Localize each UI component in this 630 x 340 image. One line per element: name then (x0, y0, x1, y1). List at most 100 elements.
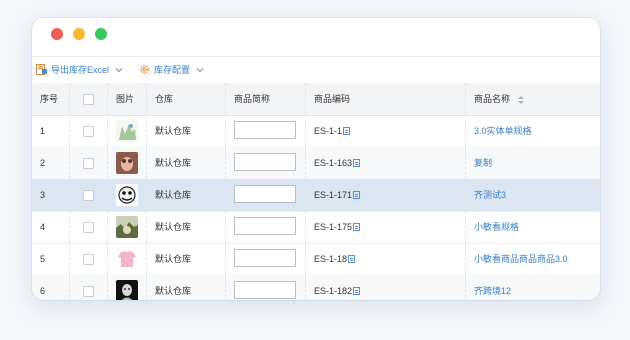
table-row[interactable]: 3 默认仓库 ES-1-171 齐测试3 (32, 179, 600, 212)
row-select-cell (70, 211, 108, 243)
short-name-input[interactable] (234, 217, 296, 235)
table-row[interactable]: 6 默认仓库 ES-1-182 齐跨境12 (32, 275, 600, 300)
row-warehouse: 默认仓库 (147, 275, 226, 300)
table-row[interactable]: 2 默认仓库 ES-1-163 复制 (32, 147, 600, 180)
close-window-button[interactable] (51, 28, 63, 40)
column-header-name[interactable]: 商品名称 (466, 83, 600, 115)
row-index: 2 (32, 147, 70, 179)
row-checkbox[interactable] (83, 254, 94, 265)
short-name-input[interactable] (234, 153, 296, 171)
row-index: 3 (32, 179, 70, 211)
copy-icon[interactable] (348, 255, 356, 263)
row-checkbox[interactable] (83, 222, 94, 233)
product-thumbnail-image[interactable] (116, 184, 138, 206)
row-code: ES-1-18 (314, 254, 348, 264)
row-warehouse: 默认仓库 (147, 147, 226, 179)
column-header-image: 图片 (108, 83, 147, 115)
table-row[interactable]: 5 默认仓库 ES-1-18 小敏看商品商品商品3.0 (32, 243, 600, 276)
row-checkbox[interactable] (83, 126, 94, 137)
row-image-cell (108, 115, 147, 147)
copy-icon[interactable] (353, 223, 361, 231)
row-checkbox[interactable] (83, 158, 94, 169)
column-header-code[interactable]: 商品编码 (306, 83, 466, 115)
product-thumbnail-image[interactable] (116, 248, 138, 270)
product-thumbnail-image[interactable] (116, 152, 138, 174)
row-code: ES-1-1 (314, 126, 343, 136)
row-product-name-link[interactable]: 齐测试3 (466, 179, 600, 211)
row-image-cell (108, 211, 147, 243)
column-header-index[interactable]: 序号 (32, 83, 70, 115)
row-code-cell: ES-1-18 (306, 243, 466, 275)
copy-icon[interactable] (353, 191, 361, 199)
sort-icon[interactable] (517, 95, 525, 105)
inventory-config-label: 库存配置 (154, 65, 191, 75)
row-product-name-link[interactable]: 小敏看规格 (466, 211, 600, 243)
row-short-name-cell (226, 275, 306, 300)
row-product-name-link[interactable]: 小敏看商品商品商品3.0 (466, 243, 600, 275)
row-short-name-cell (226, 179, 306, 211)
row-index: 6 (32, 275, 70, 300)
gear-icon (140, 65, 149, 74)
row-code-cell: ES-1-1 (306, 115, 466, 147)
row-code: ES-1-171 (314, 190, 353, 200)
row-image-cell (108, 243, 147, 275)
row-code-cell: ES-1-163 (306, 147, 466, 179)
row-code-cell: ES-1-175 (306, 211, 466, 243)
copy-icon[interactable] (353, 287, 361, 295)
column-header-select (70, 83, 108, 115)
product-thumbnail-image[interactable] (116, 280, 138, 300)
copy-icon[interactable] (353, 159, 361, 167)
chevron-down-icon (115, 67, 123, 72)
short-name-input[interactable] (234, 249, 296, 267)
row-select-cell (70, 275, 108, 300)
table-row[interactable]: 1 默认仓库 ES-1-1 3.0实体单规格 (32, 115, 600, 148)
column-header-short-name[interactable]: 商品简称 (226, 83, 306, 115)
short-name-input[interactable] (234, 185, 296, 203)
select-all-checkbox[interactable] (83, 94, 94, 105)
chevron-down-icon (196, 67, 204, 72)
maximize-window-button[interactable] (95, 28, 107, 40)
row-warehouse: 默认仓库 (147, 115, 226, 147)
row-code: ES-1-175 (314, 222, 353, 232)
row-select-cell (70, 115, 108, 147)
minimize-window-button[interactable] (73, 28, 85, 40)
column-header-warehouse[interactable]: 仓库 (147, 83, 226, 115)
column-header-name-label: 商品名称 (474, 94, 511, 104)
row-select-cell (70, 147, 108, 179)
short-name-input[interactable] (234, 121, 296, 139)
row-checkbox[interactable] (83, 286, 94, 297)
table-header: 序号 图片 仓库 商品简称 商品编码 商品名称 (32, 83, 600, 116)
row-warehouse: 默认仓库 (147, 179, 226, 211)
row-product-name-link[interactable]: 3.0实体单规格 (466, 115, 600, 147)
product-thumbnail-image[interactable] (116, 216, 138, 238)
app-window: 导出库存Excel 库存配置 序号 图片 仓库 商品简称 商品编码 商品名称 1… (32, 18, 600, 300)
row-warehouse: 默认仓库 (147, 211, 226, 243)
row-code-cell: ES-1-171 (306, 179, 466, 211)
row-code: ES-1-182 (314, 286, 353, 296)
row-product-name-link[interactable]: 复制 (466, 147, 600, 179)
row-checkbox[interactable] (83, 190, 94, 201)
inventory-config-button[interactable]: 库存配置 (139, 63, 204, 76)
table-row[interactable]: 4 默认仓库 ES-1-175 小敏看规格 (32, 211, 600, 244)
export-excel-button[interactable]: 导出库存Excel (36, 63, 123, 76)
row-index: 1 (32, 115, 70, 147)
row-short-name-cell (226, 211, 306, 243)
row-warehouse: 默认仓库 (147, 243, 226, 275)
copy-icon[interactable] (343, 127, 351, 135)
row-code-cell: ES-1-182 (306, 275, 466, 300)
product-thumbnail-image[interactable] (116, 120, 138, 142)
row-image-cell (108, 179, 147, 211)
toolbar: 导出库存Excel 库存配置 (32, 57, 600, 84)
row-select-cell (70, 243, 108, 275)
row-select-cell (70, 179, 108, 211)
row-image-cell (108, 275, 147, 300)
row-product-name-link[interactable]: 齐跨境12 (466, 275, 600, 300)
row-short-name-cell (226, 115, 306, 147)
export-excel-label: 导出库存Excel (51, 65, 110, 75)
row-index: 4 (32, 211, 70, 243)
row-index: 5 (32, 243, 70, 275)
row-image-cell (108, 147, 147, 179)
short-name-input[interactable] (234, 281, 296, 299)
title-bar (32, 18, 600, 57)
row-short-name-cell (226, 147, 306, 179)
